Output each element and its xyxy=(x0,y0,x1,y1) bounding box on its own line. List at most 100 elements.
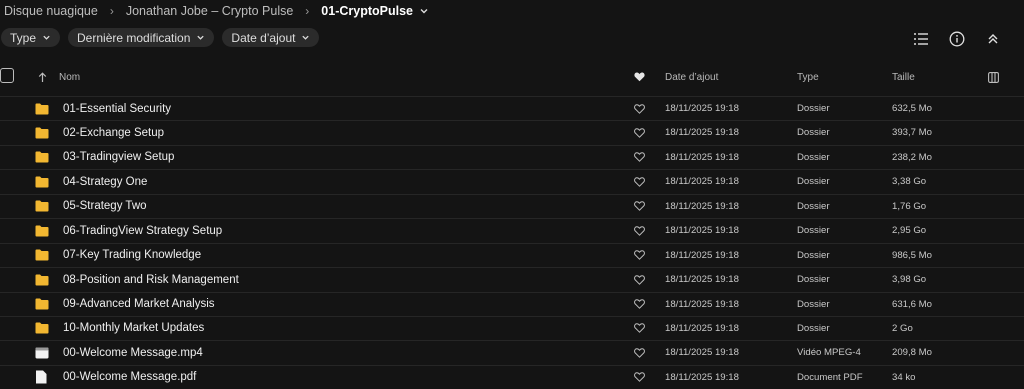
filter-date-added-label: Date d’ajout xyxy=(231,30,296,45)
table-row[interactable]: 09-Advanced Market Analysis 18/11/2025 1… xyxy=(0,291,1024,316)
favorite-heart-icon[interactable] xyxy=(634,268,645,291)
folder-icon xyxy=(35,219,49,242)
file-name[interactable]: 08-Position and Risk Management xyxy=(63,268,239,291)
favorites-heart-icon[interactable] xyxy=(634,64,645,90)
table-row[interactable]: 10-Monthly Market Updates 18/11/2025 19:… xyxy=(0,315,1024,340)
column-header-type[interactable]: Type xyxy=(797,64,819,90)
file-date-added: 18/11/2025 19:18 xyxy=(665,371,739,383)
file-size: 393,7 Mo xyxy=(892,127,933,139)
file-name[interactable]: 09-Advanced Market Analysis xyxy=(63,293,215,316)
pdf-file-icon xyxy=(35,366,47,389)
video-file-icon xyxy=(35,341,49,364)
favorite-heart-icon[interactable] xyxy=(634,219,645,242)
file-name[interactable]: 10-Monthly Market Updates xyxy=(63,317,204,340)
file-type: Dossier xyxy=(797,225,830,237)
table-row[interactable]: 03-Tradingview Setup 18/11/2025 19:18 Do… xyxy=(0,144,1024,169)
chevron-down-icon xyxy=(197,35,205,40)
filter-last-modified[interactable]: Dernière modification xyxy=(68,28,215,47)
collapse-icon[interactable] xyxy=(982,28,1004,50)
favorite-heart-icon[interactable] xyxy=(634,121,645,144)
file-name[interactable]: 06-TradingView Strategy Setup xyxy=(63,219,222,242)
column-header-date-added[interactable]: Date d’ajout xyxy=(665,64,718,90)
folder-icon xyxy=(35,121,49,144)
breadcrumb-separator-icon: › xyxy=(305,4,310,18)
breadcrumb-item-root[interactable]: Disque nuagique xyxy=(4,4,98,18)
favorite-heart-icon[interactable] xyxy=(634,293,645,316)
file-name[interactable]: 05-Strategy Two xyxy=(63,195,147,218)
file-type: Document PDF xyxy=(797,371,863,383)
file-type: Dossier xyxy=(797,200,830,212)
file-size: 34 ko xyxy=(892,371,916,383)
file-date-added: 18/11/2025 19:18 xyxy=(665,176,739,188)
file-size: 2 Go xyxy=(892,322,913,334)
breadcrumb-current[interactable]: 01-CryptoPulse xyxy=(321,4,413,18)
favorite-heart-icon[interactable] xyxy=(634,341,645,364)
file-date-added: 18/11/2025 19:18 xyxy=(665,127,739,139)
column-settings-icon[interactable] xyxy=(988,64,999,90)
list-view-icon[interactable] xyxy=(910,28,932,50)
info-icon[interactable] xyxy=(946,28,968,50)
file-name[interactable]: 04-Strategy One xyxy=(63,170,147,193)
favorite-heart-icon[interactable] xyxy=(634,366,645,389)
select-all-checkbox[interactable] xyxy=(0,68,14,83)
favorite-heart-icon[interactable] xyxy=(634,317,645,340)
file-name[interactable]: 02-Exchange Setup xyxy=(63,121,164,144)
table-row[interactable]: 00-Welcome Message.pdf 18/11/2025 19:18 … xyxy=(0,364,1024,389)
breadcrumb: Disque nuagique › Jonathan Jobe – Crypto… xyxy=(4,2,429,20)
table-row[interactable]: 05-Strategy Two 18/11/2025 19:18 Dossier… xyxy=(0,193,1024,218)
file-name[interactable]: 00-Welcome Message.pdf xyxy=(63,366,196,389)
table-row[interactable]: 06-TradingView Strategy Setup 18/11/2025… xyxy=(0,218,1024,242)
favorite-heart-icon[interactable] xyxy=(634,170,645,193)
file-size: 2,95 Go xyxy=(892,225,927,237)
table-row[interactable]: 07-Key Trading Knowledge 18/11/2025 19:1… xyxy=(0,242,1024,267)
file-date-added: 18/11/2025 19:18 xyxy=(665,151,739,163)
filter-type[interactable]: Type xyxy=(1,28,61,47)
folder-icon xyxy=(35,244,49,267)
table-row[interactable]: 04-Strategy One 18/11/2025 19:18 Dossier… xyxy=(0,169,1024,193)
file-size: 209,8 Mo xyxy=(892,347,933,359)
chevron-down-icon xyxy=(302,35,310,40)
file-date-added: 18/11/2025 19:18 xyxy=(665,225,739,237)
chevron-down-icon[interactable] xyxy=(419,6,429,16)
filter-last-modified-label: Dernière modification xyxy=(77,30,191,45)
file-name[interactable]: 00-Welcome Message.mp4 xyxy=(63,341,203,364)
file-size: 238,2 Mo xyxy=(892,151,933,163)
table-row[interactable]: 02-Exchange Setup 18/11/2025 19:18 Dossi… xyxy=(0,120,1024,144)
file-type: Dossier xyxy=(797,176,830,188)
table-header: Nom Date d’ajout Type Taille xyxy=(0,64,1024,90)
table-row[interactable]: 01-Essential Security 18/11/2025 19:18 D… xyxy=(0,96,1024,120)
file-name[interactable]: 07-Key Trading Knowledge xyxy=(63,244,201,267)
folder-icon xyxy=(35,195,49,218)
column-header-name[interactable]: Nom xyxy=(59,64,80,90)
table-row[interactable]: 00-Welcome Message.mp4 18/11/2025 19:18 … xyxy=(0,340,1024,364)
folder-icon xyxy=(35,268,49,291)
file-date-added: 18/11/2025 19:18 xyxy=(665,274,739,286)
favorite-heart-icon[interactable] xyxy=(634,244,645,267)
view-tools xyxy=(910,28,1004,50)
table-row[interactable]: 08-Position and Risk Management 18/11/20… xyxy=(0,267,1024,291)
column-header-size[interactable]: Taille xyxy=(892,64,915,90)
file-name[interactable]: 01-Essential Security xyxy=(63,97,171,120)
file-date-added: 18/11/2025 19:18 xyxy=(665,249,739,261)
file-date-added: 18/11/2025 19:18 xyxy=(665,347,739,359)
favorite-heart-icon[interactable] xyxy=(634,195,645,218)
file-date-added: 18/11/2025 19:18 xyxy=(665,200,739,212)
file-type: Dossier xyxy=(797,151,830,163)
file-type: Vidéo MPEG-4 xyxy=(797,347,861,359)
breadcrumb-item-parent[interactable]: Jonathan Jobe – Crypto Pulse xyxy=(126,4,293,18)
file-type: Dossier xyxy=(797,127,830,139)
file-date-added: 18/11/2025 19:18 xyxy=(665,103,739,114)
file-list: 01-Essential Security 18/11/2025 19:18 D… xyxy=(0,96,1024,389)
file-name[interactable]: 03-Tradingview Setup xyxy=(63,146,174,169)
folder-icon xyxy=(35,293,49,316)
file-size: 3,98 Go xyxy=(892,274,927,286)
filter-date-added[interactable]: Date d’ajout xyxy=(222,28,320,47)
file-type: Dossier xyxy=(797,274,830,286)
filter-type-label: Type xyxy=(10,30,37,45)
file-type: Dossier xyxy=(797,298,830,310)
favorite-heart-icon[interactable] xyxy=(634,97,645,120)
breadcrumb-separator-icon: › xyxy=(109,4,114,18)
file-size: 631,6 Mo xyxy=(892,298,933,310)
favorite-heart-icon[interactable] xyxy=(634,146,645,169)
sort-arrow-up-icon[interactable] xyxy=(38,64,47,90)
